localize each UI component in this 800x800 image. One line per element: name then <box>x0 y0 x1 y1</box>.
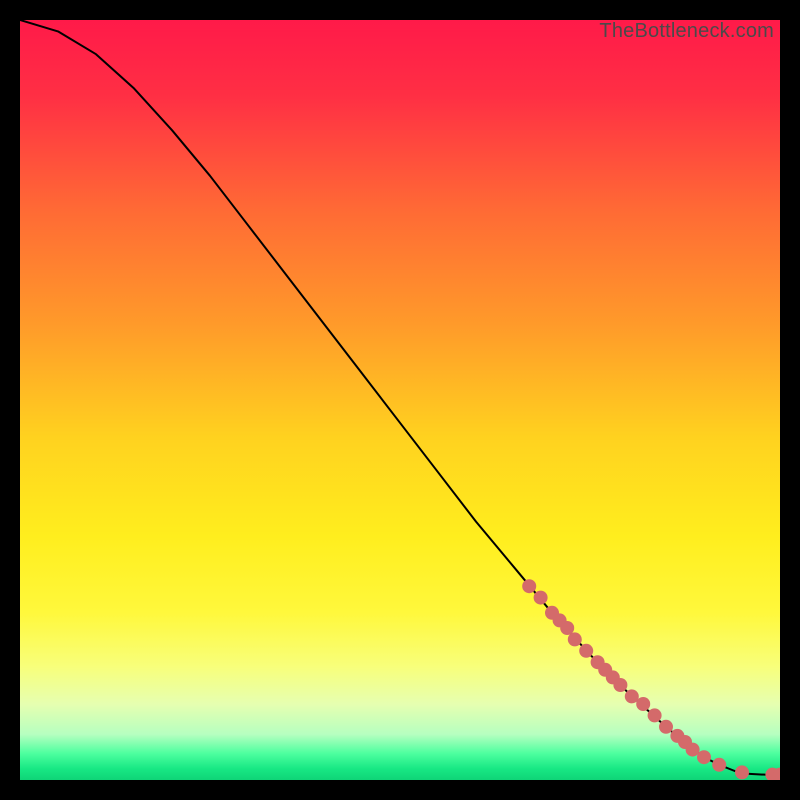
chart-frame: TheBottleneck.com <box>20 20 780 780</box>
data-point <box>579 644 593 658</box>
data-point <box>522 579 536 593</box>
watermark-text: TheBottleneck.com <box>599 20 774 43</box>
data-point <box>712 758 726 772</box>
data-point <box>735 765 749 779</box>
data-point <box>697 750 711 764</box>
data-point <box>534 591 548 605</box>
data-point <box>686 743 700 757</box>
data-point <box>659 720 673 734</box>
data-point <box>560 621 574 635</box>
data-point <box>613 678 627 692</box>
data-point <box>636 697 650 711</box>
data-point <box>648 708 662 722</box>
data-point <box>625 689 639 703</box>
chart-background <box>20 20 780 780</box>
chart-svg <box>20 20 780 780</box>
data-point <box>568 632 582 646</box>
